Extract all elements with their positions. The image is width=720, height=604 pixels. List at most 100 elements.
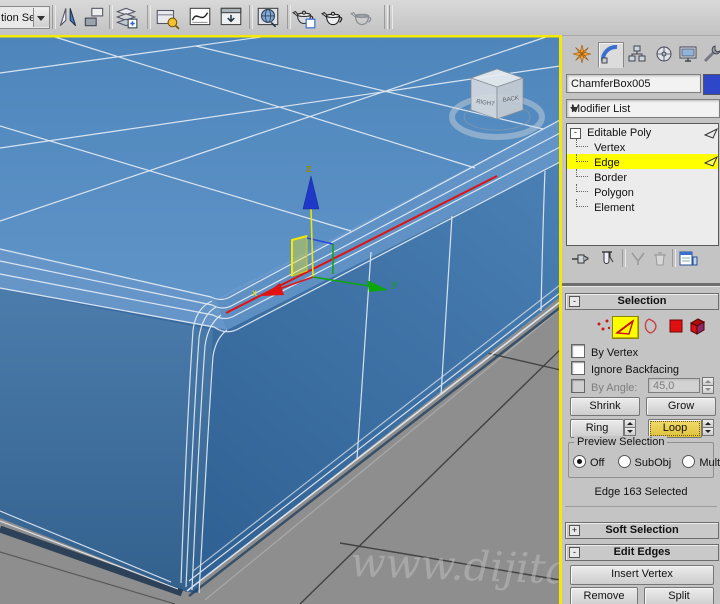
activeshade-icon[interactable] [349, 4, 375, 30]
stack-row-label: Editable Poly [587, 127, 652, 139]
grow-button[interactable]: Grow [646, 397, 716, 416]
by-angle-row: By Angle: [571, 379, 638, 394]
insert-vertex-button[interactable]: Insert Vertex [570, 565, 714, 585]
mirror-icon[interactable] [55, 4, 81, 30]
object-name-value: ChamferBox005 [571, 77, 651, 90]
expand-icon: + [569, 525, 580, 536]
toolbar-separator [249, 5, 253, 29]
preview-selection-title: Preview Selection [574, 436, 668, 448]
render-setup-icon[interactable] [255, 4, 281, 30]
subobject-border-icon[interactable] [642, 316, 660, 339]
modifier-list-dropdown[interactable]: Modifier List [566, 99, 720, 118]
x-axis-label: x [252, 288, 257, 299]
curve-editor-icon[interactable] [187, 4, 213, 30]
panel-divider [562, 283, 720, 287]
by-angle-spinner [702, 377, 714, 394]
z-axis-label: z [306, 163, 312, 175]
perspective-viewport[interactable]: www.dijitalde z x y RIGHT BACK [0, 35, 562, 604]
remove-button[interactable]: Remove [570, 587, 638, 604]
rollout-header-soft-selection[interactable]: + Soft Selection [565, 522, 719, 539]
spinner-down-icon [702, 385, 714, 394]
command-panel: ChamferBox005 Modifier List - Editable P… [562, 38, 720, 604]
show-end-result-icon[interactable] [598, 249, 618, 268]
rollout-end-line [565, 506, 717, 507]
toolbar-separator [389, 5, 393, 29]
shrink-button[interactable]: Shrink [570, 397, 640, 416]
tree-guide [576, 154, 588, 162]
rollout-header-edit-edges[interactable]: - Edit Edges [565, 544, 719, 561]
stack-row-label: Edge [594, 157, 620, 169]
expand-box-icon[interactable]: - [570, 128, 581, 139]
tab-motion[interactable] [652, 42, 678, 68]
rollout-title: Edit Edges [613, 546, 671, 558]
modifier-list-label: Modifier List [571, 102, 631, 115]
by-vertex-checkbox[interactable] [571, 344, 585, 358]
named-selection-set-combo[interactable]: tion Se [0, 6, 50, 29]
stack-row-element[interactable]: Element [567, 199, 718, 214]
remove-modifier-icon [650, 249, 670, 268]
rollout-header-selection[interactable]: - Selection [565, 293, 719, 310]
collapse-icon: - [569, 296, 580, 307]
tab-utilities[interactable] [700, 42, 720, 68]
preview-subobj-label: SubObj [634, 457, 672, 469]
by-angle-value: 45,0 [653, 379, 675, 392]
tab-create[interactable] [570, 42, 596, 68]
subobject-element-icon[interactable] [688, 316, 707, 339]
subobject-polygon-icon[interactable] [668, 316, 684, 339]
split-button[interactable]: Split [644, 587, 714, 604]
spinner-down-icon[interactable] [624, 427, 636, 436]
combo-dropdown-button[interactable] [33, 8, 49, 27]
by-angle-checkbox[interactable] [571, 379, 585, 393]
tab-modify[interactable] [598, 42, 624, 68]
preview-multi-label: Multi [699, 457, 720, 469]
pin-stack-icon[interactable] [570, 249, 590, 268]
by-vertex-label: By Vertex [591, 347, 639, 359]
by-angle-label: By Angle: [591, 382, 638, 394]
schematic-view-icon[interactable] [218, 4, 244, 30]
rollout-title: Soft Selection [605, 524, 679, 536]
arrow-icon [704, 155, 718, 167]
preview-subobj-radio[interactable] [617, 455, 631, 468]
align-icon[interactable] [81, 4, 107, 30]
application-window: tion Se www.dijitalde z x y RIGHT BACK C… [0, 0, 720, 604]
rendered-frame-window-icon[interactable] [291, 4, 317, 30]
configure-modifier-sets-icon[interactable] [678, 249, 698, 268]
ignore-backfacing-row: Ignore Backfacing [571, 361, 680, 376]
stack-row-polygon[interactable]: Polygon [567, 184, 718, 199]
rollout-title: Selection [617, 295, 667, 307]
collapse-icon: - [569, 547, 580, 558]
spinner-down-icon[interactable] [702, 427, 714, 436]
object-color-swatch[interactable] [703, 74, 720, 95]
toolbar-separator [672, 249, 676, 267]
tree-guide [576, 184, 588, 192]
loop-spinner[interactable] [702, 419, 714, 436]
object-name-field[interactable]: ChamferBox005 [566, 74, 701, 93]
layer-manager-icon[interactable] [113, 4, 139, 30]
tree-guide [576, 169, 588, 177]
ignore-backfacing-label: Ignore Backfacing [591, 364, 680, 376]
scene-explorer-icon[interactable] [154, 4, 180, 30]
ignore-backfacing-checkbox[interactable] [571, 361, 585, 375]
tab-display[interactable] [676, 42, 702, 68]
render-production-icon[interactable] [320, 4, 346, 30]
stack-row-border[interactable]: Border [567, 169, 718, 184]
chevron-down-icon [570, 107, 578, 112]
stack-row-label: Polygon [594, 187, 634, 199]
y-axis-label: y [391, 279, 398, 290]
subobject-vertex-icon[interactable] [595, 316, 612, 339]
ring-spinner[interactable] [624, 419, 636, 436]
toolbar-separator [147, 5, 151, 29]
stack-row-label: Vertex [594, 142, 626, 154]
preview-multi-radio[interactable] [682, 455, 696, 468]
stack-row-edge[interactable]: Edge [567, 154, 718, 169]
subobject-edge-icon[interactable] [612, 316, 639, 339]
stack-row-label: Element [594, 202, 635, 214]
toolbar-separator [622, 249, 626, 267]
tab-hierarchy[interactable] [625, 42, 651, 68]
preview-selection-group: Preview Selection Off SubObj Multi [568, 436, 720, 478]
preview-off-radio[interactable] [573, 455, 586, 468]
named-selection-set-value: tion Se [1, 11, 33, 24]
stack-row-vertex[interactable]: Vertex [567, 139, 718, 154]
toolbar-separator [384, 5, 388, 29]
make-unique-icon [628, 249, 648, 268]
